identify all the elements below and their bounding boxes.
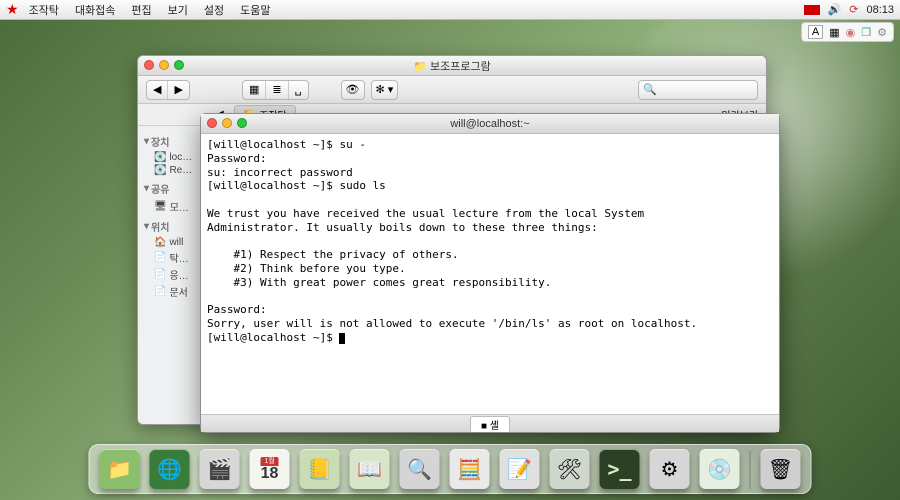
menu-item-3[interactable]: 보기 xyxy=(168,2,188,18)
file-browser-toolbar: ◀ ▶ ▦ ≣ ␣ 👁 ✻ ▾ 🔍 xyxy=(138,76,766,104)
menu-item-5[interactable]: 도움말 xyxy=(240,2,270,18)
menu-item-0[interactable]: 조작탁 xyxy=(29,2,59,18)
dock-settings[interactable]: ⚙ xyxy=(650,449,690,489)
volume-icon[interactable]: 🔊 xyxy=(828,3,842,16)
sidebar-section-shared[interactable]: ▾ 공유 xyxy=(144,181,203,196)
terminal-tab[interactable]: ■ 셸 xyxy=(470,416,510,432)
back-icon[interactable]: ◀ xyxy=(147,81,168,99)
view-switcher[interactable]: ▦ ≣ ␣ xyxy=(242,80,309,100)
dock-search[interactable]: 🔍 xyxy=(400,449,440,489)
dock-files[interactable]: 📁 xyxy=(100,449,140,489)
terminal-body[interactable]: [will@localhost ~]$ su - Password: su: i… xyxy=(201,134,779,414)
minimize-icon[interactable] xyxy=(159,60,169,70)
menu-item-2[interactable]: 편집 xyxy=(131,2,151,18)
terminal-window: will@localhost:~ [will@localhost ~]$ su … xyxy=(200,113,780,433)
menubar: ★ 조작탁 대화접속 편집 보기 설정 도움말 🔊 ⟳ 08:13 xyxy=(0,0,900,20)
file-browser-titlebar[interactable]: 📁 보조프로그람 xyxy=(138,56,766,76)
update-icon[interactable]: ⟳ xyxy=(849,3,858,16)
quicklook-button[interactable]: 👁 xyxy=(341,80,365,100)
zoom-icon[interactable] xyxy=(174,60,184,70)
sidebar-item-place-1[interactable]: 📄 탁… xyxy=(142,249,203,266)
sidebar-item-device-0[interactable]: 💽 loc… xyxy=(142,151,203,164)
dock-tools[interactable]: 🛠 xyxy=(550,449,590,489)
input-indicator[interactable]: A ▦ ◉ ❐ ⚙ xyxy=(801,22,894,42)
minimize-icon[interactable] xyxy=(222,118,232,128)
terminal-title: will@localhost:~ xyxy=(450,118,529,130)
sidebar-item-place-2[interactable]: 📄 응… xyxy=(142,266,203,283)
flag-icon[interactable] xyxy=(804,5,820,15)
dock-reader[interactable]: 📖 xyxy=(350,449,390,489)
dock-notes[interactable]: 📒 xyxy=(300,449,340,489)
dock-media[interactable]: 🎬 xyxy=(200,449,240,489)
nav-back-forward[interactable]: ◀ ▶ xyxy=(146,80,190,100)
menu-item-1[interactable]: 대화접속 xyxy=(75,2,115,18)
indicator-note-icon[interactable]: ❐ xyxy=(861,26,871,39)
forward-icon[interactable]: ▶ xyxy=(168,81,188,99)
terminal-titlebar[interactable]: will@localhost:~ xyxy=(201,114,779,134)
sidebar-item-place-3[interactable]: 📄 문서 xyxy=(142,283,203,300)
indicator-disc-icon[interactable]: ◉ xyxy=(846,26,856,39)
dock-trash[interactable]: 🗑 xyxy=(761,449,801,489)
file-browser-title: 📁 보조프로그람 xyxy=(413,58,491,74)
indicator-gear-icon[interactable]: ⚙ xyxy=(877,26,887,39)
dock-terminal[interactable]: >_ xyxy=(600,449,640,489)
dock-browser[interactable]: 🌐 xyxy=(150,449,190,489)
close-icon[interactable] xyxy=(144,60,154,70)
zoom-icon[interactable] xyxy=(237,118,247,128)
dock-editor[interactable]: 📝 xyxy=(500,449,540,489)
indicator-grid-icon[interactable]: ▦ xyxy=(829,26,839,39)
list-view-icon[interactable]: ≣ xyxy=(266,81,288,99)
sidebar-item-device-1[interactable]: 💽 Re… xyxy=(142,164,203,177)
menu-item-4[interactable]: 설정 xyxy=(204,2,224,18)
sidebar-section-devices[interactable]: ▾ 장치 xyxy=(144,134,203,149)
input-mode-label: A xyxy=(808,25,823,39)
sidebar-item-place-0[interactable]: 🏠 will xyxy=(142,236,203,249)
dock: 📁🌐🎬1월18📒📖🔍🧮📝🛠>_⚙💿 🗑 xyxy=(89,444,812,494)
system-tray: 🔊 ⟳ 08:13 xyxy=(804,3,894,16)
action-button[interactable]: ✻ ▾ xyxy=(371,80,399,100)
dock-calendar[interactable]: 1월18 xyxy=(250,449,290,489)
file-browser-sidebar: ▾ 장치 💽 loc… 💽 Re… ▾ 공유 🖥 모… ▾ 위치 🏠 will … xyxy=(138,126,208,424)
dock-calculator[interactable]: 🧮 xyxy=(450,449,490,489)
dock-disc[interactable]: 💿 xyxy=(700,449,740,489)
close-icon[interactable] xyxy=(207,118,217,128)
clock[interactable]: 08:13 xyxy=(866,4,894,16)
sidebar-section-places[interactable]: ▾ 위치 xyxy=(144,219,203,234)
sidebar-item-shared-0[interactable]: 🖥 모… xyxy=(142,198,203,215)
star-menu-icon[interactable]: ★ xyxy=(6,1,19,18)
column-view-icon[interactable]: ␣ xyxy=(289,81,308,99)
terminal-tabbar: ■ 셸 xyxy=(201,414,779,432)
search-field[interactable]: 🔍 xyxy=(638,80,758,100)
dock-separator xyxy=(750,451,751,489)
icon-view-icon[interactable]: ▦ xyxy=(243,81,266,99)
